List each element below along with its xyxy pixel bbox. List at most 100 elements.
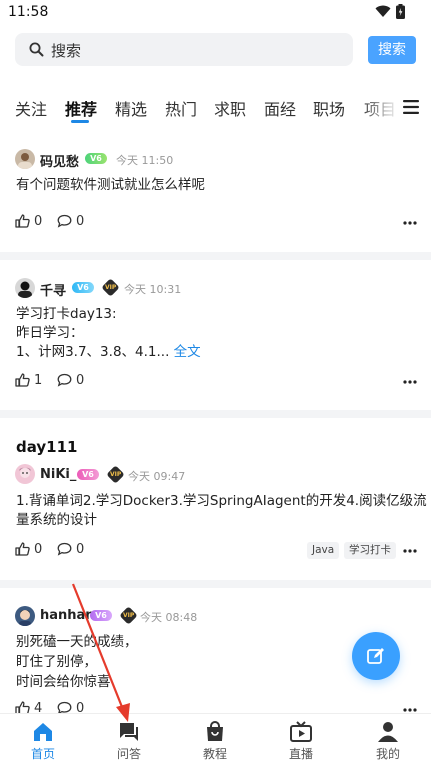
nav-home[interactable]: 首页	[13, 714, 73, 768]
level-badge: V6	[77, 469, 99, 480]
post-username[interactable]: NiKi_	[40, 467, 76, 482]
like-count: 1	[34, 373, 43, 388]
search-placeholder: 搜索	[51, 42, 82, 60]
tab-interview[interactable]: 面经	[264, 96, 296, 120]
comment-button[interactable]: 0	[57, 373, 84, 388]
level-badge: V6	[72, 282, 94, 293]
comment-count: 0	[76, 373, 85, 388]
tv-icon	[290, 721, 312, 742]
tab-workplace[interactable]: 职场	[313, 96, 345, 120]
post-text-line[interactable]: 1、计网3.7、3.8、4.1... 全文	[16, 343, 201, 363]
tab-featured[interactable]: 精选	[115, 96, 147, 120]
post-card[interactable]: 千寻 V6 VIP 今天 10:31 学习打卡day13: 昨日学习： 1、计网…	[0, 268, 431, 410]
post-tag[interactable]: Java	[307, 542, 340, 559]
nav-tutorials[interactable]: 教程	[185, 714, 245, 768]
person-icon	[378, 722, 398, 742]
more-options-icon[interactable]	[403, 380, 417, 384]
vip-badge-label: VIP	[109, 471, 122, 478]
more-options-icon[interactable]	[403, 221, 417, 225]
comment-icon	[57, 214, 72, 228]
edit-icon	[367, 648, 384, 664]
more-options-icon[interactable]	[403, 708, 417, 712]
comment-icon	[57, 373, 72, 387]
nav-label: 直播	[288, 747, 313, 761]
tab-jobs[interactable]: 求职	[214, 96, 246, 120]
post-title[interactable]: day111	[16, 438, 78, 456]
home-icon	[34, 723, 52, 741]
post-card[interactable]: 码见愁 V6 今天 11:50 有个问题软件测试就业怎么样呢 0 0	[0, 140, 431, 252]
like-button[interactable]: 0	[15, 542, 42, 557]
post-username[interactable]: 码见愁	[40, 151, 79, 170]
like-count: 0	[34, 214, 43, 229]
post-text-line[interactable]: 别死磕一天的成绩，	[16, 633, 138, 653]
post-text-line[interactable]: 量系统的设计	[16, 511, 97, 531]
post-username[interactable]: hanhan	[40, 608, 95, 623]
search-icon	[29, 42, 44, 57]
nav-label: 问答	[116, 747, 141, 761]
more-options-icon[interactable]	[403, 549, 417, 553]
menu-icon[interactable]	[403, 100, 419, 114]
tab-follow[interactable]: 关注	[15, 96, 47, 120]
post-text-line[interactable]: 学习打卡day13:	[16, 305, 117, 325]
tab-hot[interactable]: 热门	[165, 96, 197, 120]
comment-button[interactable]: 0	[57, 542, 84, 557]
comment-count: 0	[76, 701, 85, 713]
expand-link[interactable]: 全文	[174, 344, 201, 360]
tabs-fade	[360, 92, 400, 126]
post-text[interactable]: 有个问题软件测试就业怎么样呢	[16, 176, 205, 196]
level-badge: V6	[90, 610, 112, 621]
thumbs-up-icon	[15, 373, 30, 387]
avatar[interactable]	[15, 464, 35, 484]
like-button[interactable]: 4	[15, 701, 42, 713]
vip-badge: VIP	[119, 606, 138, 625]
category-tabs: 关注 推荐 精选 热门 求职 面经 职场 项目	[0, 92, 431, 126]
wifi-icon	[375, 5, 391, 17]
post-text-line[interactable]: 时间会给你惊喜	[16, 673, 111, 693]
comment-button[interactable]: 0	[57, 701, 84, 713]
search-button[interactable]: 搜索	[368, 36, 416, 64]
post-text-fragment: 1、计网3.7、3.8、4.1...	[16, 344, 174, 360]
thumbs-up-icon	[15, 214, 30, 228]
comment-count: 0	[76, 542, 85, 557]
post-time: 今天 08:48	[140, 611, 198, 624]
bag-icon	[207, 721, 223, 741]
divider	[0, 580, 431, 588]
vip-badge-label: VIP	[104, 284, 117, 291]
comment-icon	[57, 542, 72, 556]
like-button[interactable]: 1	[15, 373, 42, 388]
compose-button[interactable]	[352, 632, 400, 680]
post-text-line[interactable]: 1.背诵单词2.学习Docker3.学习SpringAIagent的开发4.阅读…	[16, 492, 427, 512]
nav-label: 我的	[375, 747, 400, 761]
search-input[interactable]: 搜索	[15, 33, 353, 66]
avatar[interactable]	[15, 606, 35, 626]
post-text-line[interactable]: 盯住了别停，	[16, 653, 97, 673]
comment-count: 0	[76, 214, 85, 229]
like-count: 0	[34, 542, 43, 557]
avatar[interactable]	[15, 278, 35, 298]
active-tab-indicator	[71, 120, 89, 123]
post-text-line[interactable]: 昨日学习：	[16, 324, 84, 344]
comment-icon	[57, 701, 72, 713]
nav-live[interactable]: 直播	[271, 714, 331, 768]
like-button[interactable]: 0	[15, 214, 42, 229]
post-username[interactable]: 千寻	[40, 280, 66, 299]
post-time: 今天 10:31	[124, 283, 182, 296]
divider	[0, 252, 431, 260]
post-tag[interactable]: 学习打卡	[344, 542, 396, 559]
post-time: 今天 11:50	[116, 154, 174, 167]
nav-profile[interactable]: 我的	[358, 714, 418, 768]
vip-badge: VIP	[106, 465, 125, 484]
comment-button[interactable]: 0	[57, 214, 84, 229]
tab-recommend[interactable]: 推荐	[65, 96, 97, 120]
status-time: 11:58	[8, 4, 49, 20]
thumbs-up-icon	[15, 701, 30, 713]
like-count: 4	[34, 701, 43, 713]
nav-label: 教程	[202, 747, 227, 761]
thumbs-up-icon	[15, 542, 30, 556]
post-card[interactable]: day111 NiKi_ V6 VIP 今天 09:47 1.背诵单词2.学习D…	[0, 426, 431, 580]
battery-icon	[396, 4, 405, 19]
avatar[interactable]	[15, 149, 35, 169]
nav-qa[interactable]: 问答	[99, 714, 159, 768]
chat-icon	[120, 723, 138, 741]
vip-badge: VIP	[101, 278, 120, 297]
